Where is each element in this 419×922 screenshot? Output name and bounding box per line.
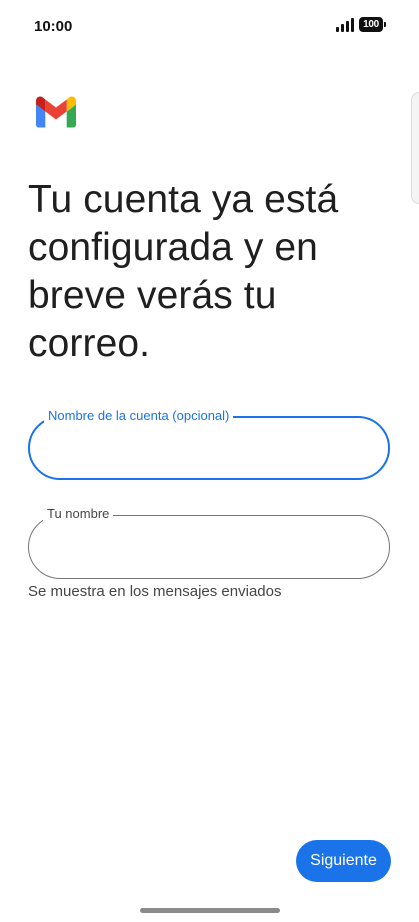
status-bar: 10:00 100 — [0, 0, 419, 56]
status-time: 10:00 — [34, 18, 73, 35]
your-name-field[interactable]: Tu nombre — [28, 506, 390, 579]
signal-bars-icon — [336, 18, 354, 32]
your-name-input[interactable] — [49, 532, 373, 562]
next-button[interactable]: Siguiente — [296, 840, 391, 882]
your-name-label: Tu nombre — [43, 506, 114, 522]
page-title: Tu cuenta ya está configurada y en breve… — [28, 178, 339, 365]
home-indicator[interactable] — [140, 908, 280, 913]
account-name-label: Nombre de la cuenta (opcional) — [44, 408, 234, 424]
account-name-field[interactable]: Nombre de la cuenta (opcional) — [28, 408, 390, 480]
scroll-handle[interactable] — [411, 92, 419, 204]
gmail-logo-icon — [36, 96, 76, 128]
your-name-helper-text: Se muestra en los mensajes enviados — [28, 583, 282, 600]
account-name-input[interactable] — [50, 434, 374, 464]
battery-icon: 100 — [359, 17, 386, 32]
